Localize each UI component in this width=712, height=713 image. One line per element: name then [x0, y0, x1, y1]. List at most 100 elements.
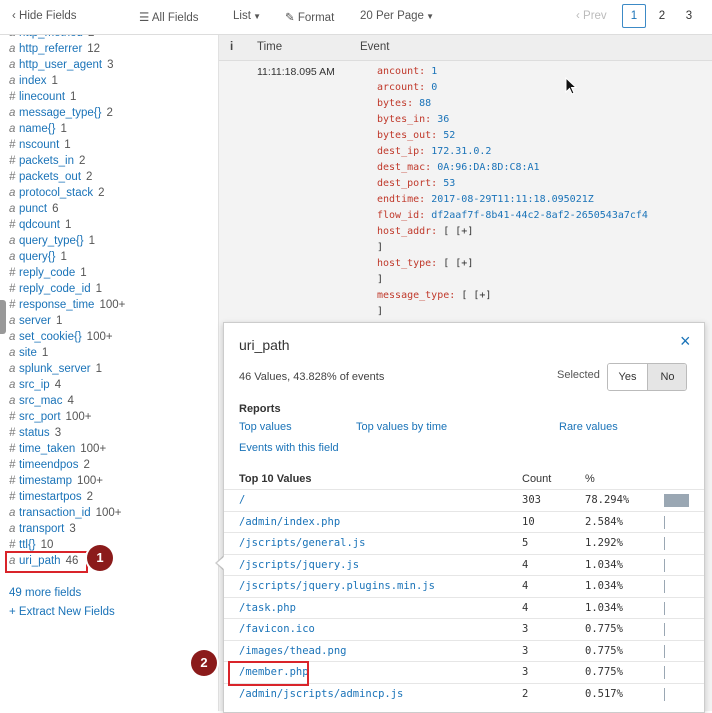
top-value-row[interactable]: /images/thead.png 3 0.775% — [224, 639, 704, 662]
event-key: dest_ip: — [377, 146, 426, 157]
field-item[interactable]: a transaction_id 100+ — [9, 507, 122, 523]
field-item[interactable]: # response_time 100+ — [9, 299, 125, 315]
event-value: 52 — [443, 130, 456, 141]
event-value: 88 — [419, 98, 432, 109]
event-value[interactable]: [ [+] — [461, 290, 491, 301]
top-value-row[interactable]: /jscripts/general.js 5 1.292% — [224, 532, 704, 554]
selected-yes-button[interactable]: Yes — [608, 364, 647, 390]
event-field-line: arcount: 0 — [377, 82, 437, 93]
top-value-row[interactable]: /jscripts/jquery.js 4 1.034% — [224, 553, 704, 576]
time-column-header[interactable]: Time — [257, 41, 282, 53]
top-value-row[interactable]: /admin/index.php 10 2.584% — [224, 510, 704, 533]
field-item[interactable]: # packets_in 2 — [9, 155, 85, 171]
top-value-link[interactable]: /admin/jscripts/admincp.js — [239, 688, 403, 700]
field-item[interactable]: a server 1 — [9, 315, 62, 331]
field-item[interactable]: # qdcount 1 — [9, 219, 71, 235]
event-key: ancount: — [377, 66, 426, 77]
close-icon[interactable]: × — [680, 331, 691, 352]
field-name: transaction_id — [19, 507, 91, 519]
field-item[interactable]: # src_port 100+ — [9, 411, 91, 427]
top-value-link[interactable]: /jscripts/jquery.js — [239, 559, 359, 571]
top-value-link[interactable]: /jscripts/general.js — [239, 537, 365, 549]
page-2-button[interactable]: 2 — [651, 5, 673, 27]
field-item[interactable]: # timeendpos 2 — [9, 459, 90, 475]
field-item[interactable]: a http_referrer 12 — [9, 43, 100, 59]
event-key: endtime: — [377, 194, 426, 205]
extract-new-fields-link[interactable]: + Extract New Fields — [9, 606, 115, 622]
field-item[interactable]: # timestamp 100+ — [9, 475, 103, 491]
more-fields-link[interactable]: 49 more fields — [9, 587, 81, 603]
field-name: index — [19, 75, 47, 87]
field-item[interactable]: a splunk_server 1 — [9, 363, 102, 379]
field-item[interactable]: # packets_out 2 — [9, 171, 92, 187]
uri-path-highlight — [5, 551, 88, 573]
list-view-dropdown[interactable]: List ▼ — [233, 10, 261, 22]
field-item[interactable]: # reply_code_id 1 — [9, 283, 102, 299]
field-type-icon: a — [9, 251, 16, 263]
per-page-dropdown[interactable]: 20 Per Page ▼ — [360, 10, 434, 22]
top-value-link[interactable]: /jscripts/jquery.plugins.min.js — [239, 580, 435, 592]
field-item[interactable]: a index 1 — [9, 75, 58, 91]
field-item[interactable]: # time_taken 100+ — [9, 443, 106, 459]
field-item[interactable]: # nscount 1 — [9, 139, 71, 155]
page-3-button[interactable]: 3 — [678, 5, 700, 27]
top-value-row[interactable]: /jscripts/jquery.plugins.min.js 4 1.034% — [224, 575, 704, 597]
event-value[interactable]: [ [+] — [443, 226, 473, 237]
top-value-link[interactable]: /favicon.ico — [239, 623, 315, 635]
top-value-link[interactable]: /admin/index.php — [239, 516, 340, 528]
sidebar-drag-handle[interactable] — [0, 300, 6, 334]
field-count: 2 — [86, 491, 94, 503]
event-value: 0A:96:DA:8D:C8:A1 — [437, 162, 540, 173]
member-php-highlight — [228, 661, 309, 686]
event-value[interactable]: [ [+] — [443, 258, 473, 269]
field-item[interactable]: # reply_code 1 — [9, 267, 87, 283]
field-type-icon: a — [9, 363, 16, 375]
top-value-link[interactable]: /task.php — [239, 602, 296, 614]
selected-no-button[interactable]: No — [647, 364, 686, 390]
field-type-icon: # — [9, 475, 16, 487]
field-name: status — [19, 427, 50, 439]
field-item[interactable]: a message_type{} 2 — [9, 107, 113, 123]
field-type-icon: a — [9, 187, 16, 199]
hide-fields-button[interactable]: ‹ Hide Fields — [12, 10, 77, 22]
page-1-button[interactable]: 1 — [622, 4, 646, 28]
format-button[interactable]: ✎ Format — [285, 10, 334, 24]
rare-values-link[interactable]: Rare values — [559, 421, 618, 433]
field-item[interactable]: # linecount 1 — [9, 91, 76, 107]
top-value-row[interactable]: / 303 78.294% — [224, 489, 704, 511]
event-value: ] — [377, 242, 384, 253]
field-item[interactable]: a transport 3 — [9, 523, 76, 539]
top-value-percent: 1.292% — [585, 537, 623, 549]
top-value-link[interactable]: /images/thead.png — [239, 645, 346, 657]
top-value-row[interactable]: /task.php 4 1.034% — [224, 596, 704, 619]
field-item[interactable]: a query{} 1 — [9, 251, 67, 267]
field-item[interactable]: # timestartpos 2 — [9, 491, 93, 507]
top-value-row[interactable]: /favicon.ico 3 0.775% — [224, 618, 704, 640]
field-item[interactable]: a site 1 — [9, 347, 48, 363]
field-item[interactable]: a protocol_stack 2 — [9, 187, 105, 203]
field-item[interactable]: a src_mac 4 — [9, 395, 74, 411]
selected-toggle: Yes No — [607, 363, 687, 391]
field-item[interactable]: a set_cookie{} 100+ — [9, 331, 113, 347]
field-name: http_user_agent — [19, 59, 103, 71]
events-with-field-link[interactable]: Events with this field — [239, 442, 339, 454]
top-values-link[interactable]: Top values — [239, 421, 292, 433]
field-item[interactable]: a http_user_agent 3 — [9, 59, 114, 75]
field-item[interactable]: # status 3 — [9, 427, 61, 443]
all-fields-button[interactable]: ☰ All Fields — [139, 10, 199, 24]
top-values-by-time-link[interactable]: Top values by time — [356, 421, 447, 433]
field-item[interactable]: a name{} 1 — [9, 123, 67, 139]
top-value-link[interactable]: / — [239, 494, 245, 506]
field-item[interactable]: ahttp_method 2 — [9, 35, 94, 43]
top-value-count: 3 — [522, 666, 529, 678]
prev-page-button[interactable]: ‹ Prev — [576, 10, 607, 22]
field-name: ttl{} — [19, 539, 36, 551]
event-field-line: ancount: 1 — [377, 66, 437, 77]
selected-label: Selected — [557, 369, 600, 381]
field-name: name{} — [19, 123, 56, 135]
event-value: 2017-08-29T11:11:18.095021Z — [431, 194, 594, 205]
field-item[interactable]: a src_ip 4 — [9, 379, 61, 395]
field-item[interactable]: a query_type{} 1 — [9, 235, 95, 251]
field-name: qdcount — [19, 219, 60, 231]
field-item[interactable]: a punct 6 — [9, 203, 59, 219]
